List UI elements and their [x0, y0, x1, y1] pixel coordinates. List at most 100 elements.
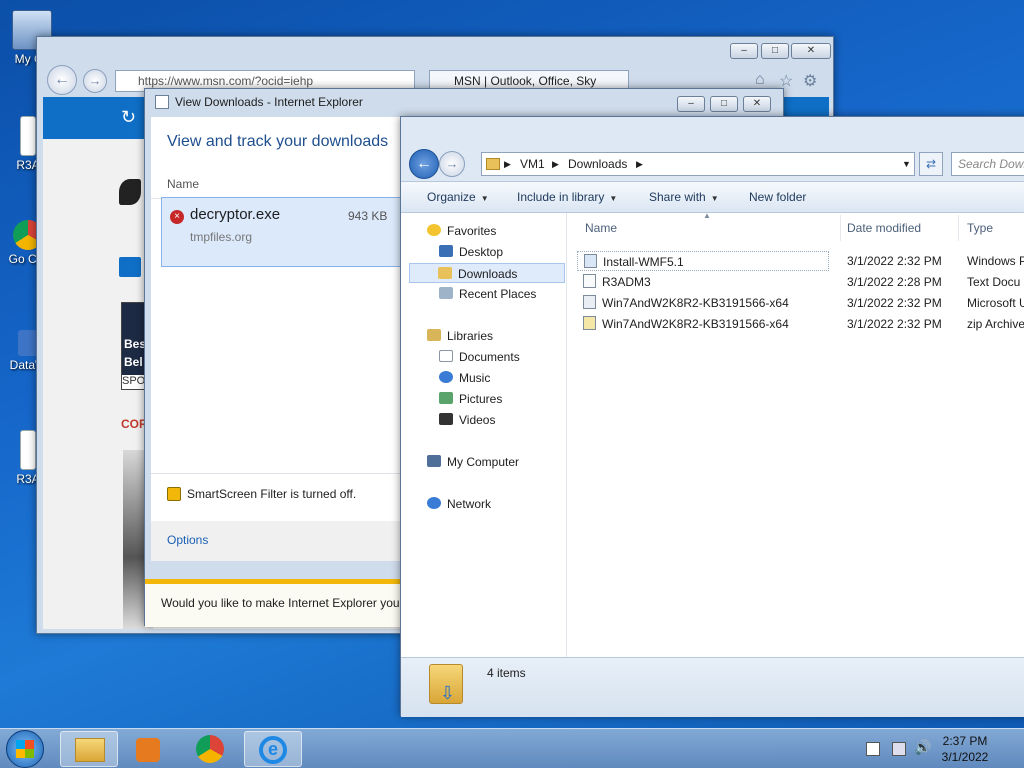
file-type: Text Docu	[967, 275, 1021, 289]
ad-text-2: Bel	[124, 355, 143, 369]
nav-network-label: Network	[447, 497, 492, 511]
system-clock[interactable]: 2:37 PM 3/1/2022	[930, 733, 1000, 765]
close-button[interactable]: ✕	[791, 43, 831, 59]
network-icon	[427, 497, 441, 509]
nav-downloads[interactable]: Downloads	[409, 263, 565, 283]
item-count: 4 items	[487, 666, 526, 680]
file-row[interactable]: Install-WMF5.1	[577, 251, 829, 271]
nav-desktop-label: Desktop	[459, 245, 504, 259]
details-pane: ⇩ 4 items	[401, 657, 1024, 717]
download-size: 943 KB	[348, 209, 388, 223]
action-center-flag-icon[interactable]	[866, 742, 880, 756]
nav-music[interactable]: Music	[439, 368, 490, 388]
nav-music-label: Music	[459, 371, 491, 385]
file-type: zip Archive	[967, 317, 1024, 331]
nav-documents[interactable]: Documents	[439, 347, 520, 367]
organize-label: Organize	[427, 190, 476, 204]
refresh-icon[interactable]: ↻	[121, 107, 136, 128]
nav-desktop[interactable]: Desktop	[439, 242, 503, 262]
column-header-date[interactable]: Date modified	[839, 215, 959, 241]
new-folder-button[interactable]: New folder	[749, 182, 806, 212]
file-row[interactable]: R3ADM3 3/1/2022 2:28 PM Text Docu	[577, 272, 1024, 292]
minimize-button[interactable]: –	[677, 96, 705, 112]
settings-gear-icon[interactable]: ⚙	[803, 71, 817, 91]
text-file-icon	[583, 274, 596, 288]
maximize-button[interactable]: □	[710, 96, 738, 112]
nav-libraries[interactable]: Libraries	[427, 326, 493, 346]
downloads-window-icon	[155, 95, 169, 109]
search-placeholder: Search Down	[958, 157, 1024, 171]
msn-butterfly-logo	[119, 179, 141, 205]
nav-my-computer[interactable]: My Computer	[427, 452, 519, 472]
search-input[interactable]: Search Down	[951, 152, 1024, 176]
outlook-icon[interactable]	[119, 257, 141, 277]
documents-icon	[439, 350, 453, 362]
document-icon	[20, 430, 36, 470]
file-row[interactable]: Win7AndW2K8R2-KB3191566-x64 3/1/2022 2:3…	[577, 293, 1024, 313]
recent-places-icon	[439, 287, 453, 299]
breadcrumb-vm1[interactable]: VM1	[520, 153, 545, 175]
organize-button[interactable]: Organize ▼	[427, 182, 489, 212]
minimize-button[interactable]: –	[730, 43, 758, 59]
sort-arrow-icon: ▲	[703, 211, 711, 220]
chevron-down-icon: ▼	[480, 194, 489, 203]
forward-button[interactable]: →	[83, 69, 107, 93]
folder-icon	[486, 158, 500, 170]
download-arrow-icon: ⇩	[440, 683, 456, 703]
shield-warning-icon: ×	[170, 210, 184, 224]
breadcrumb-downloads[interactable]: Downloads	[568, 153, 627, 175]
file-name: Win7AndW2K8R2-KB3191566-x64	[602, 317, 789, 331]
maximize-button[interactable]: □	[761, 43, 789, 59]
nav-documents-label: Documents	[459, 350, 520, 364]
column-header-type[interactable]: Type	[959, 215, 1024, 241]
start-button[interactable]	[6, 730, 44, 768]
nav-pictures[interactable]: Pictures	[439, 389, 502, 409]
volume-icon[interactable]: 🔊	[914, 739, 931, 756]
internet-explorer-icon: e	[259, 736, 287, 764]
options-link[interactable]: Options	[167, 533, 208, 547]
chevron-down-icon[interactable]: ▼	[902, 153, 911, 175]
file-date: 3/1/2022 2:32 PM	[847, 296, 942, 310]
include-in-library-button[interactable]: Include in library ▼	[517, 182, 617, 212]
nav-network[interactable]: Network	[427, 494, 491, 514]
close-button[interactable]: ✕	[743, 96, 771, 112]
file-row[interactable]: Win7AndW2K8R2-KB3191566-x64 3/1/2022 2:3…	[577, 314, 1024, 334]
file-date: 3/1/2022 2:28 PM	[847, 275, 942, 289]
taskbar-media-player[interactable]	[120, 731, 178, 767]
chevron-right-icon: ▶	[552, 159, 559, 169]
file-date: 3/1/2022 2:32 PM	[847, 317, 942, 331]
nav-downloads-label: Downloads	[458, 267, 518, 281]
home-icon[interactable]: ⌂	[755, 71, 765, 89]
forward-button[interactable]: →	[439, 151, 465, 177]
nav-videos-label: Videos	[459, 413, 496, 427]
include-label: Include in library	[517, 190, 605, 204]
downloads-heading: View and track your downloads	[167, 133, 389, 150]
file-row-details[interactable]: 3/1/2022 2:32 PM Windows P	[847, 251, 1024, 271]
command-bar: Organize ▼ Include in library ▼ Share with…	[401, 181, 1024, 213]
nav-favorites[interactable]: Favorites	[427, 221, 496, 241]
file-date: 3/1/2022 2:32 PM	[847, 254, 942, 268]
file-name: Install-WMF5.1	[603, 255, 684, 269]
smartscreen-status: SmartScreen Filter is turned off.	[187, 487, 357, 501]
ad-text-1: Bes	[124, 337, 147, 351]
taskbar-chrome[interactable]	[182, 731, 240, 767]
downloads-folder-large-icon: ⇩	[429, 664, 463, 704]
breadcrumb[interactable]: ▶ VM1 ▶ Downloads ▶ ▼	[481, 152, 915, 176]
taskbar-internet-explorer[interactable]: e	[244, 731, 302, 767]
nav-videos[interactable]: Videos	[439, 410, 495, 430]
nav-recent-label: Recent Places	[459, 287, 537, 301]
refresh-icon[interactable]: ⇄	[919, 152, 943, 176]
update-package-icon	[583, 295, 596, 309]
file-name: R3ADM3	[602, 275, 651, 289]
back-button[interactable]: ←	[409, 149, 439, 179]
share-with-button[interactable]: Share with ▼	[649, 182, 719, 212]
taskbar-explorer[interactable]	[60, 731, 118, 767]
videos-icon	[439, 413, 453, 425]
tab-title: MSN | Outlook, Office, Sky	[454, 74, 597, 88]
windows-logo-icon	[16, 740, 34, 758]
back-button[interactable]: ←	[47, 65, 77, 95]
nav-recent-places[interactable]: Recent Places	[439, 284, 536, 304]
libraries-icon	[427, 329, 441, 341]
network-status-icon[interactable]	[892, 742, 906, 756]
pictures-icon	[439, 392, 453, 404]
